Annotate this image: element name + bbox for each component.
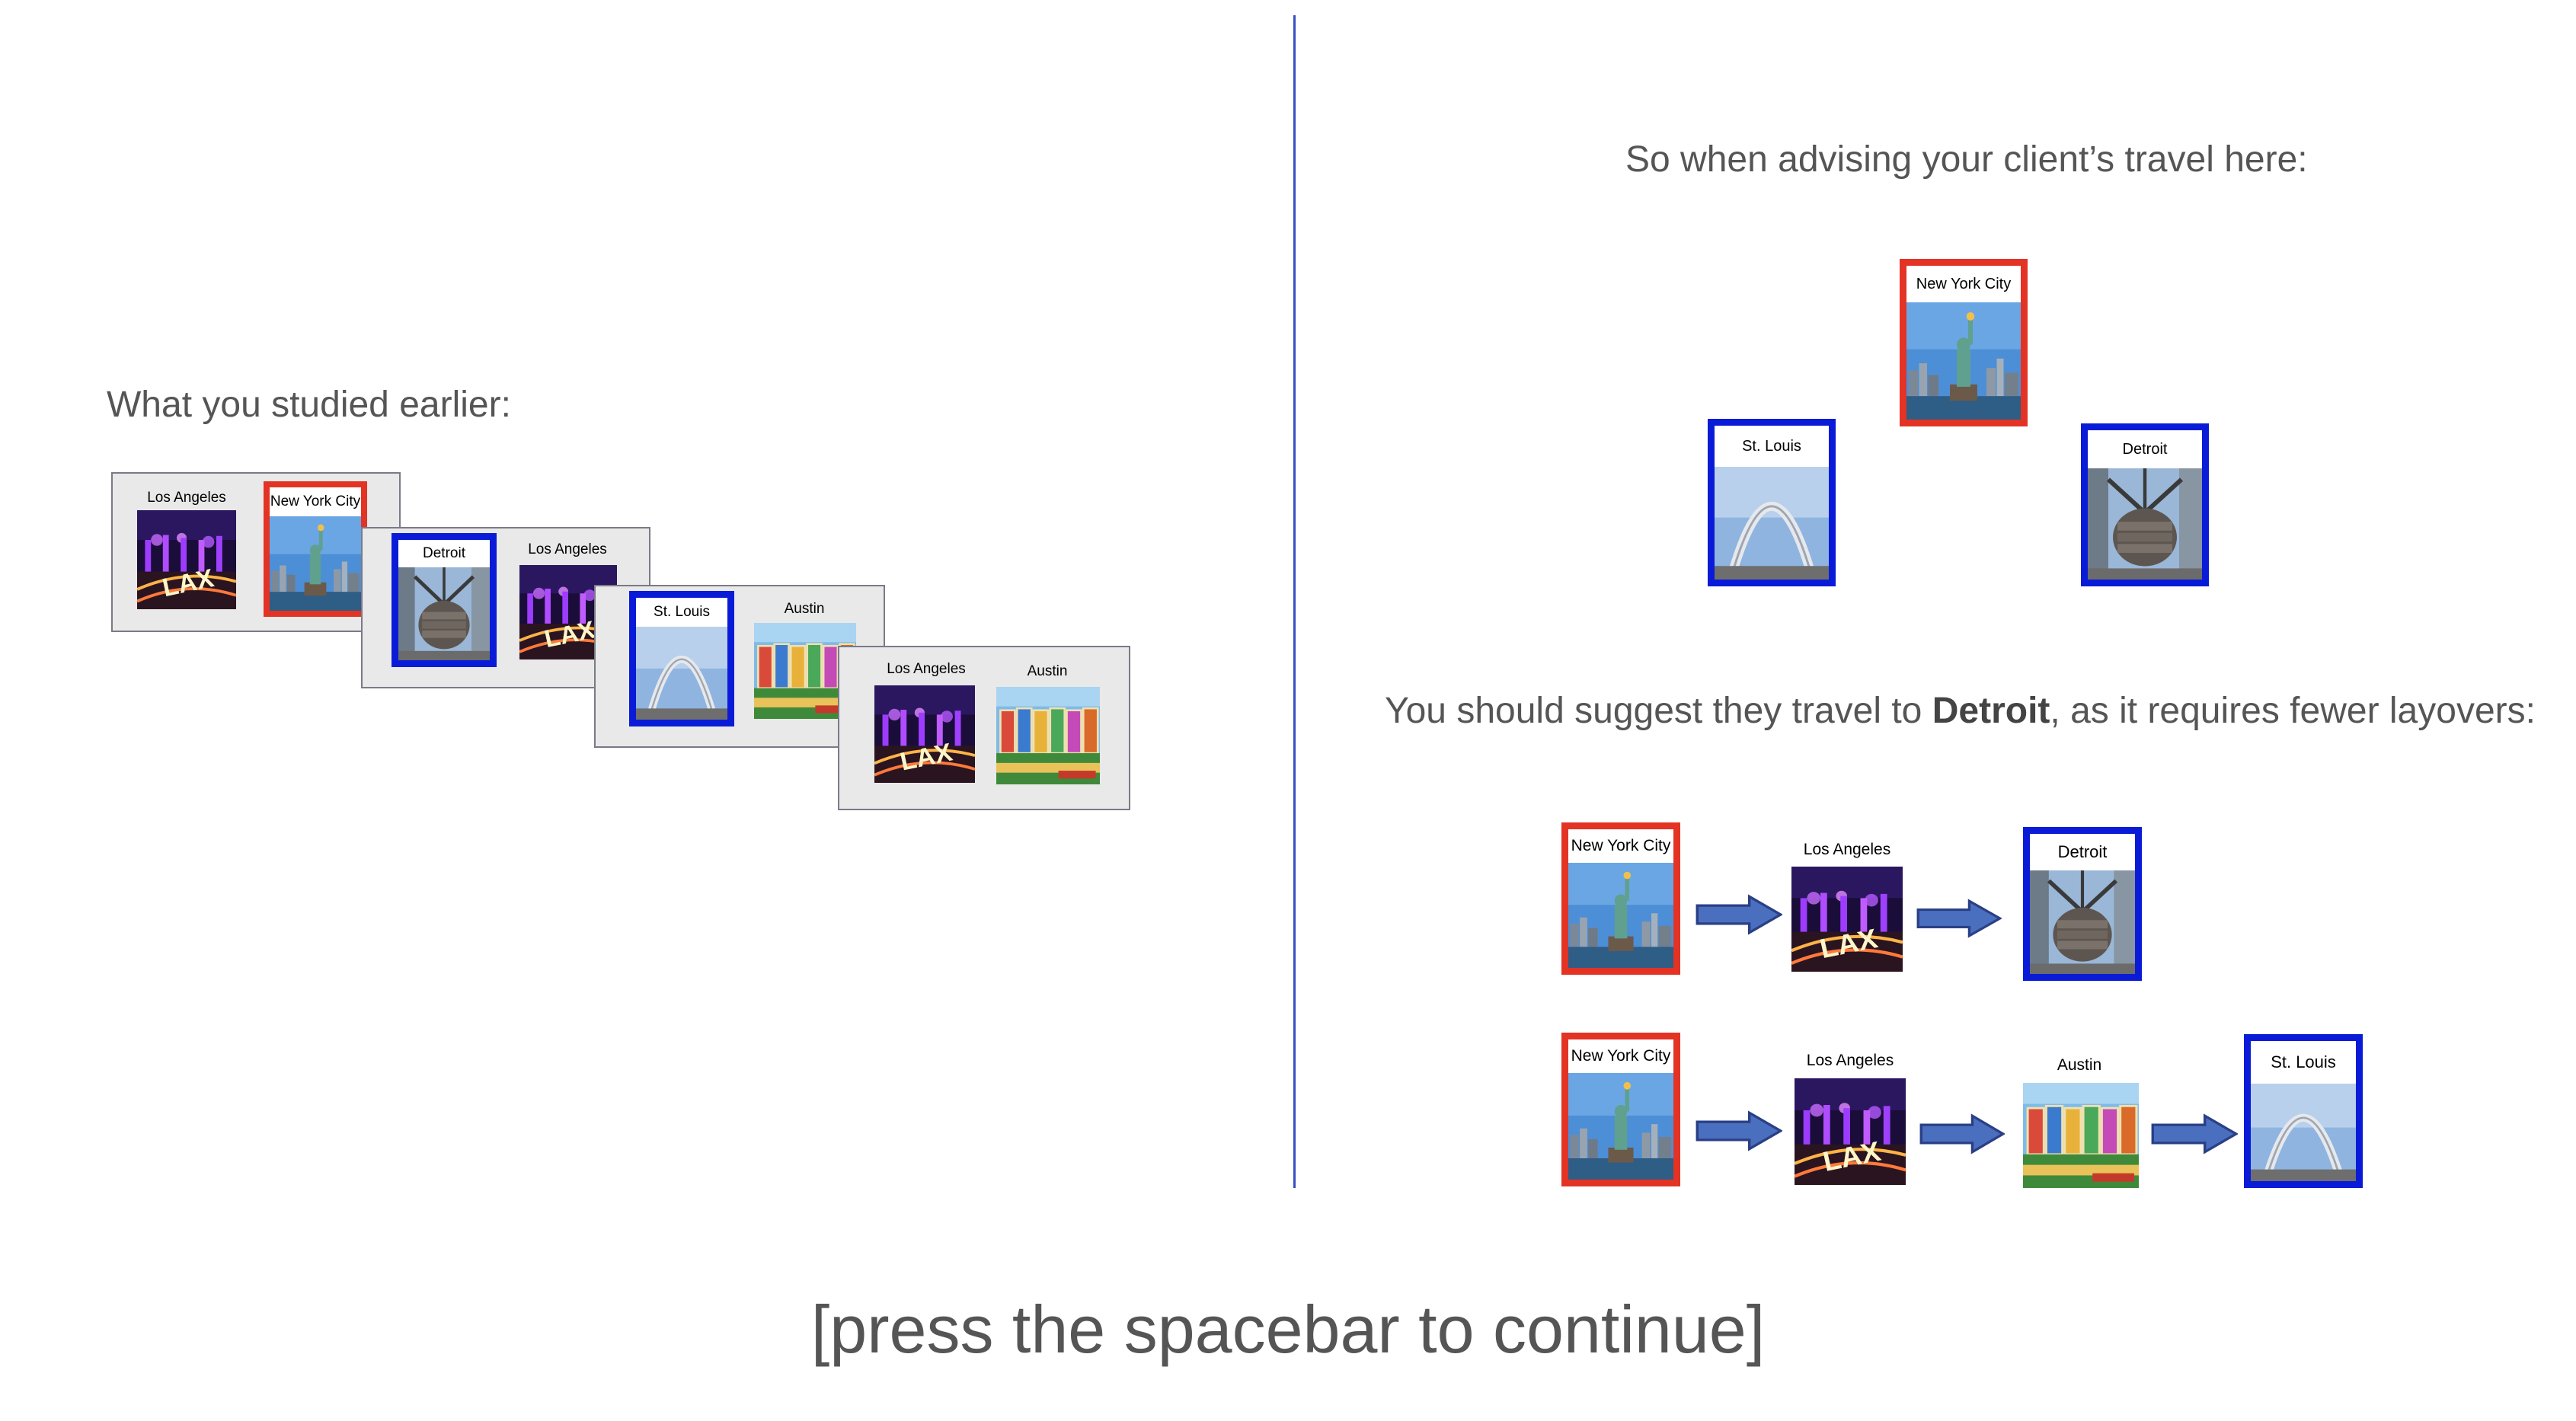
lax-night-photo-icon — [137, 510, 236, 609]
joe-louis-fist-photo-icon — [2088, 468, 2202, 580]
city-card-los-angeles: Los Angeles — [129, 486, 244, 617]
city-card-los-angeles: Los Angeles — [865, 653, 987, 787]
statue-of-liberty-photo-icon — [1906, 302, 2021, 420]
route1-arrow-2 — [1916, 899, 2002, 938]
joe-louis-fist-photo-icon — [398, 567, 490, 660]
route2-arrow-3 — [2151, 1113, 2238, 1154]
city-label: St. Louis — [1742, 438, 1801, 455]
gateway-arch-photo-icon — [2251, 1084, 2356, 1181]
city-label: Austin — [2057, 1056, 2102, 1074]
continue-prompt: [press the spacebar to continue] — [810, 1292, 1766, 1367]
choice-card-st-louis: St. Louis — [1708, 419, 1836, 586]
suggested-city: Detroit — [1932, 691, 2050, 731]
choice-card-detroit: Detroit — [2081, 423, 2209, 586]
center-divider — [1293, 15, 1296, 1188]
advice-heading: So when advising your client’s travel he… — [1625, 139, 2308, 180]
city-label: Los Angeles — [887, 661, 966, 677]
statue-of-liberty-photo-icon — [270, 516, 361, 611]
suggestion-prefix: You should suggest they travel to — [1385, 691, 1932, 731]
city-card-austin: Austin — [990, 656, 1104, 787]
city-label: Austin — [784, 601, 825, 617]
city-label: St. Louis — [2271, 1052, 2336, 1071]
route1-card-los-angeles: Los Angeles — [1787, 833, 1907, 975]
greetings-from-austin-postcard-icon — [2023, 1083, 2139, 1188]
suggestion-suffix: , as it requires fewer layovers: — [2050, 691, 2536, 731]
route1-card-detroit: Detroit — [2023, 827, 2142, 981]
city-label: Los Angeles — [528, 541, 607, 557]
city-card-detroit: Detroit — [392, 533, 497, 667]
greetings-from-austin-postcard-icon — [996, 687, 1100, 784]
lax-night-photo-icon — [874, 685, 975, 783]
suggestion-text: You should suggest they travel to Detroi… — [1385, 693, 2536, 730]
city-label: New York City — [1916, 276, 2012, 292]
gateway-arch-photo-icon — [1715, 467, 1829, 580]
lax-night-photo-icon — [1791, 867, 1903, 972]
city-label: New York City — [1571, 837, 1671, 854]
city-label: Los Angeles — [1803, 841, 1891, 858]
statue-of-liberty-photo-icon — [1568, 1073, 1673, 1180]
experiment-screen: What you studied earlier: Los Angeles Ne… — [0, 0, 2576, 1421]
route2-card-los-angeles: Los Angeles — [1790, 1043, 1910, 1188]
city-label: Detroit — [2122, 441, 2168, 458]
route1-arrow-1 — [1695, 894, 1782, 935]
studied-heading: What you studied earlier: — [107, 385, 511, 425]
route2-card-new-york-city: New York City — [1561, 1033, 1680, 1186]
route1-card-new-york-city: New York City — [1561, 822, 1680, 975]
city-label: New York City — [1571, 1047, 1671, 1065]
city-label: Detroit — [423, 545, 465, 561]
city-label: Los Angeles — [1806, 1052, 1894, 1069]
lax-night-photo-icon — [1795, 1078, 1906, 1185]
route2-card-austin: Austin — [2018, 1048, 2140, 1189]
city-label: New York City — [270, 493, 361, 509]
city-label: Los Angeles — [147, 490, 226, 506]
joe-louis-fist-photo-icon — [2030, 870, 2135, 974]
city-label: Austin — [1027, 663, 1068, 679]
route2-arrow-1 — [1695, 1110, 1782, 1151]
city-card-new-york-city: New York City — [264, 481, 367, 617]
start-card-new-york-city: New York City — [1900, 259, 2028, 426]
statue-of-liberty-photo-icon — [1568, 863, 1673, 968]
city-card-st-louis: St. Louis — [629, 591, 734, 726]
city-label: St. Louis — [654, 604, 710, 620]
route2-arrow-2 — [1919, 1113, 2005, 1154]
route2-card-st-louis: St. Louis — [2244, 1034, 2363, 1188]
gateway-arch-photo-icon — [636, 627, 727, 720]
city-label: Detroit — [2057, 842, 2108, 861]
